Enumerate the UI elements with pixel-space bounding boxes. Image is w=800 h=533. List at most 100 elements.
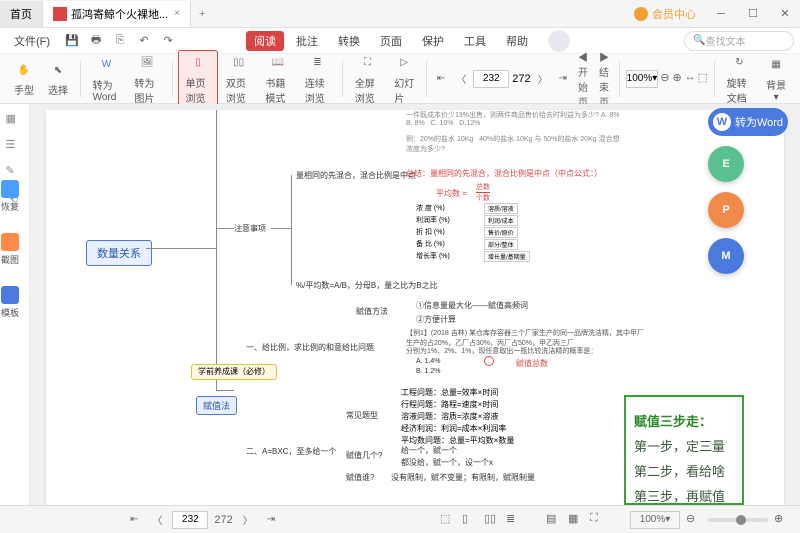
last-page[interactable]: ⇥	[555, 71, 571, 86]
float-ppt[interactable]: P	[708, 192, 744, 228]
node-assign: 赋值法	[196, 396, 237, 415]
hand-tool[interactable]: ✋手型	[8, 58, 40, 99]
sb-fit-icon[interactable]: ⬚	[440, 512, 456, 528]
continuous-icon: ≣	[307, 53, 327, 73]
page-input[interactable]	[473, 70, 509, 88]
book-mode[interactable]: 📖书籍模式	[259, 51, 296, 107]
undo-icon[interactable]: ↶	[134, 31, 154, 51]
close-button[interactable]: ✕	[770, 0, 800, 28]
branch1: 量相同的先混合，混合比例是中点	[296, 170, 416, 181]
mindmap-root: 数量关系	[86, 240, 152, 266]
image-icon: 🖼	[137, 53, 157, 73]
tab-document[interactable]: 孤鸿寄鲸个火裸地... ×	[43, 1, 191, 27]
menu-file[interactable]: 文件(F)	[6, 31, 58, 51]
word-icon: W	[97, 55, 117, 75]
zoom-slider[interactable]	[708, 518, 768, 522]
menu-page[interactable]: 页面	[372, 31, 410, 51]
sb-layout2-icon[interactable]: ▯▯	[484, 512, 500, 528]
print-icon[interactable]: 🖶	[86, 31, 106, 51]
template-tool[interactable]: 模板	[0, 286, 20, 319]
float-excel[interactable]: E	[708, 146, 744, 182]
screenshot-tool[interactable]: 截图	[0, 233, 20, 266]
sb-page-input[interactable]	[172, 511, 208, 529]
sb-first[interactable]: ⇤	[126, 512, 142, 527]
sb-zoom-out[interactable]: ⊖	[686, 512, 702, 528]
sb-prev[interactable]: 〈	[148, 510, 166, 529]
prev-page[interactable]: 〈	[452, 69, 470, 88]
select-tool[interactable]: ⬉选择	[42, 58, 74, 99]
statusbar: ⇤ 〈 272 〉 ⇥ ⬚ ▯ ▯▯ ≣ ▤ ▦ ⛶ 100% ▾ ⊖ ⊕	[0, 505, 800, 533]
slideshow[interactable]: ▷幻灯片	[388, 51, 420, 107]
zoom-out-icon[interactable]: ⊖	[660, 71, 670, 87]
page-controls: ⇤ 〈 272 〉 ⇥ ◀ 开始页 ▶ 结束页	[433, 47, 613, 111]
continuous[interactable]: ≣连续浏览	[299, 51, 336, 107]
green-l2: 第二步，看给啥	[634, 461, 734, 480]
menu-annotate[interactable]: 批注	[288, 31, 326, 51]
double-page[interactable]: ▯▯双页浏览	[220, 51, 257, 107]
float-buttons: W转为Word E P M	[708, 108, 788, 274]
zoom-input[interactable]: 100% ▾	[626, 70, 659, 88]
whom-text: 没有限制，赋不变量；有限制，赋限制量	[391, 472, 535, 483]
menu-read[interactable]: 阅读	[246, 31, 284, 51]
method-2: ②方便计算	[416, 314, 456, 325]
redo-icon[interactable]: ↷	[158, 31, 178, 51]
restore-tool[interactable]: 恢复	[0, 180, 20, 213]
menu-convert[interactable]: 转换	[330, 31, 368, 51]
tab-home[interactable]: 首页	[0, 1, 43, 27]
single-page[interactable]: ▯单页浏览	[178, 50, 217, 108]
zoom-in-icon[interactable]: ⊕	[672, 71, 682, 87]
double-page-icon: ▯▯	[229, 53, 249, 73]
whom-label: 赋值谁?	[346, 472, 374, 483]
example-2: 分别为1%、2%、1%，现任意取出一瓶比较洗洁精的概率是：	[406, 346, 597, 356]
to-word[interactable]: W转为Word	[87, 53, 127, 105]
fit-page-icon[interactable]: ⬚	[698, 71, 708, 87]
green-l3: 第三步，再赋值	[634, 486, 734, 505]
start-page[interactable]: ◀ 开始页	[574, 47, 592, 111]
bookmarks-icon[interactable]: ☰	[6, 138, 24, 156]
sb-full-icon[interactable]: ⛶	[590, 512, 606, 528]
background[interactable]: ▦背景 ▾	[760, 53, 792, 105]
fit-width-icon[interactable]: ↔	[685, 71, 696, 87]
sb-next[interactable]: 〉	[239, 510, 257, 529]
section-2: 二、A=BXC，至多给一个	[246, 446, 336, 457]
cursor-icon: ⬉	[48, 60, 68, 80]
sb-view2-icon[interactable]: ▦	[568, 512, 584, 528]
sb-zoom[interactable]: 100% ▾	[630, 511, 680, 529]
sb-last[interactable]: ⇥	[263, 512, 279, 527]
sb-zoom-in[interactable]: ⊕	[774, 512, 790, 528]
green-l1: 第一步，定三量	[634, 436, 734, 455]
sb-layout3-icon[interactable]: ≣	[506, 512, 522, 528]
member-center[interactable]: 会员中心	[626, 6, 704, 22]
fullscreen-icon: ⛶	[358, 53, 378, 73]
circle-marker	[484, 356, 494, 366]
red-label: 赋值总数	[516, 358, 548, 369]
fullscreen[interactable]: ⛶全屏浏览	[349, 51, 386, 107]
float-more[interactable]: M	[708, 238, 744, 274]
thumbnails-icon[interactable]: ▦	[6, 112, 24, 130]
camera-icon	[1, 233, 19, 251]
minimize-button[interactable]: ─	[706, 0, 736, 28]
caution-label: 注意事项	[234, 223, 266, 234]
close-icon[interactable]: ×	[174, 8, 180, 19]
first-page[interactable]: ⇤	[433, 71, 449, 86]
sb-view1-icon[interactable]: ▤	[546, 512, 562, 528]
next-page[interactable]: 〉	[534, 69, 552, 88]
side-tools: 恢复 截图 模板	[0, 180, 20, 319]
slide-icon: ▷	[394, 53, 414, 73]
tab-doc-label: 孤鸿寄鲸个火裸地...	[71, 6, 168, 22]
example: 【例1】(2018 吉林) 某仓库存容器三个厂家生产的同一品牌洗洁精，其中甲厂生…	[406, 328, 646, 348]
sb-layout1-icon[interactable]: ▯	[462, 512, 478, 528]
copy-icon[interactable]: ⎘	[110, 31, 130, 51]
to-image[interactable]: 🖼转为图片	[128, 51, 165, 107]
book-icon: 📖	[268, 53, 288, 73]
save-icon[interactable]: 💾	[62, 31, 82, 51]
tab-add[interactable]: +	[191, 8, 213, 20]
rotate[interactable]: ↻旋转文档	[721, 51, 758, 107]
end-page[interactable]: ▶ 结束页	[595, 47, 613, 111]
search-input[interactable]: 🔍 查找文本	[684, 31, 794, 51]
pdf-icon	[53, 7, 67, 21]
top-text: 一件既成本价少13%出售，则两件商品售价给去时利益为多少? A. 8% B. 8…	[406, 110, 626, 127]
float-to-word[interactable]: W转为Word	[708, 108, 788, 136]
maximize-button[interactable]: ☐	[738, 0, 768, 28]
study-course: 学前养成课（必修）	[191, 364, 277, 380]
